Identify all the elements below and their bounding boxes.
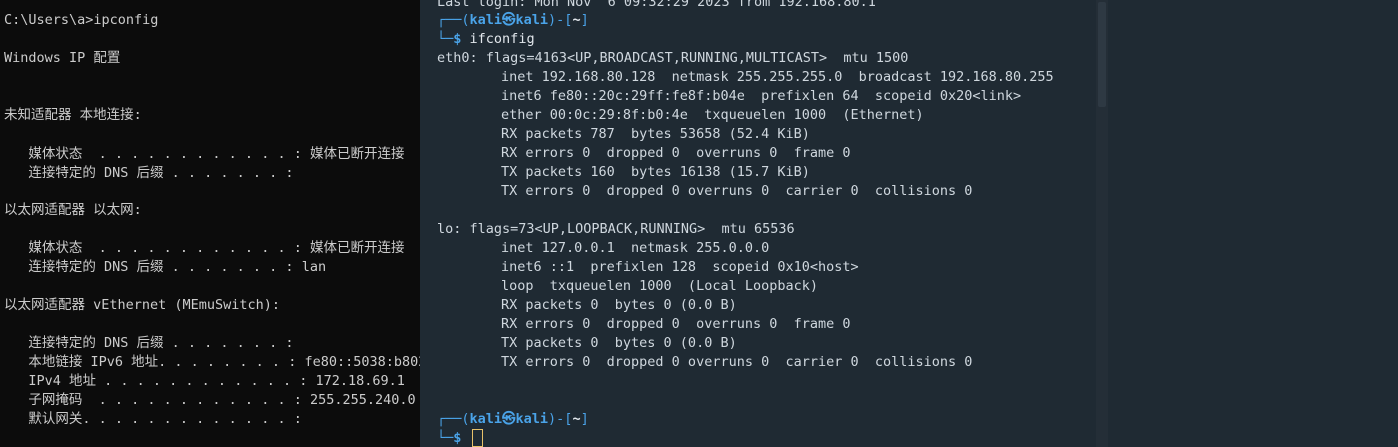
eth0-line: RX errors 0 dropped 0 overruns 0 frame 0	[501, 145, 851, 161]
lo-line: inet 127.0.0.1 netmask 255.0.0.0	[501, 240, 770, 256]
cmd-line: 连接特定的 DNS 后缀 . . . . . . . : lan	[4, 259, 327, 275]
lo-line: RX packets 0 bytes 0 (0.0 B)	[501, 297, 737, 313]
eth0-line: inet 192.168.80.128 netmask 255.255.255.…	[501, 69, 1054, 85]
kali-terminal-window[interactable]: Last login: Mon Nov 6 09:32:29 2023 from…	[420, 0, 1096, 447]
cmd-line: 默认网关. . . . . . . . . . . . . :	[4, 411, 302, 427]
prompt-command-line: └─$ ifconfig	[437, 31, 535, 47]
eth0-line: inet6 fe80::20c:29ff:fe8f:b04e prefixlen…	[501, 88, 1022, 104]
text-cursor	[471, 429, 483, 447]
cmd-line: 连接特定的 DNS 后缀 . . . . . . . :	[4, 335, 294, 351]
prompt-top-line: ┌──(kali㉿kali)-[~]	[437, 411, 589, 427]
lo-line: TX packets 0 bytes 0 (0.0 B)	[501, 335, 737, 351]
cmd-line: C:\Users\a>ipconfig	[4, 12, 159, 28]
cmd-line: 连接特定的 DNS 后缀 . . . . . . . :	[4, 165, 294, 181]
command-text: ifconfig	[469, 31, 535, 47]
cmd-line: 以太网适配器 以太网:	[4, 202, 142, 218]
prompt-top-line: ┌──(kali㉿kali)-[~]	[437, 12, 589, 28]
lo-line: TX errors 0 dropped 0 overruns 0 carrier…	[501, 354, 973, 370]
lo-line: RX errors 0 dropped 0 overruns 0 frame 0	[501, 316, 851, 332]
cmd-line: 未知适配器 本地连接:	[4, 107, 142, 123]
eth0-line: TX packets 160 bytes 16138 (15.7 KiB)	[501, 164, 810, 180]
cmd-line: IPv4 地址 . . . . . . . . . . . . : 172.18…	[4, 373, 405, 389]
empty-terminal-pane[interactable]	[1108, 0, 1398, 447]
scrollbar-thumb[interactable]	[1098, 2, 1106, 107]
cmd-line: 媒体状态 . . . . . . . . . . . . : 媒体已断开连接	[4, 240, 405, 256]
lo-header: lo: flags=73<UP,LOOPBACK,RUNNING> mtu 65…	[437, 221, 795, 237]
cmd-line: 子网掩码 . . . . . . . . . . . . : 255.255.2…	[4, 392, 416, 408]
eth0-header: eth0: flags=4163<UP,BROADCAST,RUNNING,MU…	[437, 50, 909, 66]
lo-line: inet6 ::1 prefixlen 128 scopeid 0x10<hos…	[501, 259, 859, 275]
cmd-line: 媒体状态 . . . . . . . . . . . . : 媒体已断开连接	[4, 146, 405, 162]
prompt-input-line[interactable]: └─$	[437, 429, 483, 447]
lo-line: loop txqueuelen 1000 (Local Loopback)	[501, 278, 818, 294]
eth0-line: TX errors 0 dropped 0 overruns 0 carrier…	[501, 183, 973, 199]
cmd-line: Windows IP 配置	[4, 50, 121, 66]
cmd-line: 本地链接 IPv6 地址. . . . . . . . : fe80::5038…	[4, 354, 435, 370]
eth0-line: ether 00:0c:29:8f:b0:4e txqueuelen 1000 …	[501, 107, 924, 123]
cmd-line: 以太网适配器 vEthernet (MEmuSwitch):	[4, 297, 281, 313]
eth0-line: RX packets 787 bytes 53658 (52.4 KiB)	[501, 126, 810, 142]
